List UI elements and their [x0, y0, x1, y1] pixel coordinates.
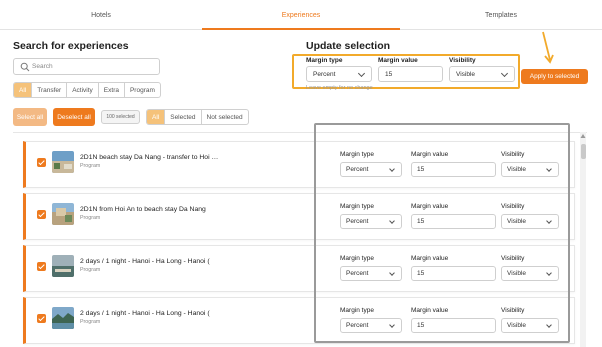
chevron-down-icon [357, 69, 366, 78]
tab-bar: Hotels Experiences Templates [0, 0, 602, 30]
deselect-all-button[interactable]: Deselect all [53, 108, 95, 126]
row-checkbox[interactable] [37, 158, 46, 167]
margin-value-label: Margin value [378, 57, 418, 64]
search-field[interactable] [13, 58, 160, 75]
tab-templates[interactable]: Templates [400, 0, 602, 30]
row-title: 2D1N beach stay Da Nang - transfer to Ho… [80, 154, 219, 161]
search-input[interactable] [32, 61, 152, 72]
row-title: 2D1N from Hoi An to beach stay Da Nang [80, 206, 206, 213]
margin-type-label: Margin type [306, 57, 343, 64]
filter-program[interactable]: Program [125, 83, 160, 97]
thumbnail-image [52, 255, 74, 277]
margin-value-text: 15 [385, 70, 393, 78]
selection-filter-group: All Selected Not selected [146, 109, 249, 125]
arrow-down-icon [542, 31, 554, 64]
thumbnail-image [52, 203, 74, 225]
update-hint: Leave empty for no change [306, 85, 373, 91]
select-all-button[interactable]: Select all [13, 108, 47, 126]
thumbnail-image [52, 307, 74, 329]
visibility-value: Visible [456, 70, 476, 78]
visibility-select[interactable]: Visible [449, 66, 515, 82]
margin-type-select[interactable]: Percent [306, 66, 372, 82]
margin-value-input[interactable]: 15 [378, 66, 443, 82]
row-type: Program [80, 163, 101, 169]
row-title: 2 days / 1 night - Hanoi - Ha Long - Han… [80, 258, 210, 265]
filter-all[interactable]: All [14, 83, 33, 97]
scrollbar-track[interactable] [580, 132, 586, 347]
thumbnail-image [52, 151, 74, 173]
margin-type-value: Percent [313, 70, 336, 78]
filter-transfer[interactable]: Transfer [32, 83, 68, 97]
chevron-down-icon [500, 69, 509, 78]
update-title: Update selection [306, 40, 391, 52]
apply-to-selected-button[interactable]: Apply to selected [521, 69, 588, 84]
filter-activity[interactable]: Activity [67, 83, 99, 97]
scrollbar-thumb[interactable] [581, 144, 586, 159]
row-title: 2 days / 1 night - Hanoi - Ha Long - Han… [80, 310, 210, 317]
row-type: Program [80, 215, 101, 221]
search-icon [20, 62, 30, 72]
tab-experiences[interactable]: Experiences [202, 0, 400, 30]
search-title: Search for experiences [13, 40, 129, 52]
scroll-up-icon[interactable] [580, 133, 586, 139]
row-checkbox[interactable] [37, 210, 46, 219]
selection-filter-all[interactable]: All [147, 110, 166, 124]
row-type: Program [80, 319, 101, 325]
visibility-label: Visibility [449, 57, 476, 64]
row-checkbox[interactable] [37, 314, 46, 323]
selected-count-badge: 100 selected [101, 110, 140, 124]
filter-extra[interactable]: Extra [99, 83, 125, 97]
row-type: Program [80, 267, 101, 273]
row-controls-highlight-box [314, 123, 570, 343]
type-filter-group: All Transfer Activity Extra Program [13, 82, 161, 98]
selection-filter-selected[interactable]: Selected [165, 110, 202, 124]
selection-filter-not-selected[interactable]: Not selected [202, 110, 248, 124]
row-checkbox[interactable] [37, 262, 46, 271]
tab-hotels[interactable]: Hotels [0, 0, 202, 30]
